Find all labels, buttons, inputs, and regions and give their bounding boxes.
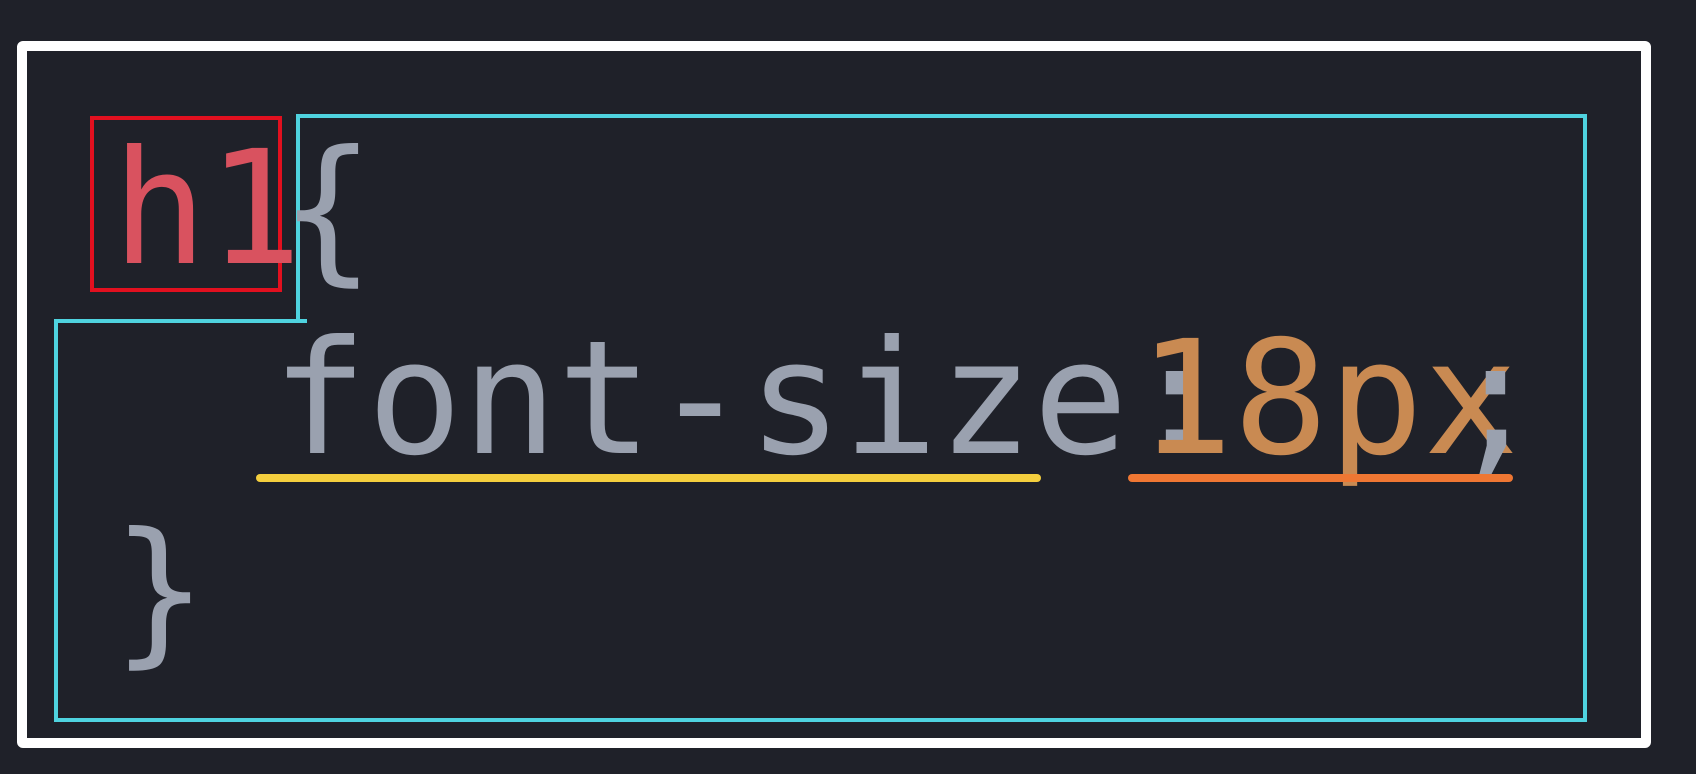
semicolon: ; [1448,307,1544,491]
open-brace: { [280,117,376,301]
value-underline [1128,474,1513,482]
property-text: font-size: [272,307,1224,491]
selector-text: h1 [112,117,303,301]
property-underline [256,474,1041,482]
css-rule-diagram: h1 { font-size: 18px ; } [0,0,1696,774]
close-brace: } [112,499,208,683]
